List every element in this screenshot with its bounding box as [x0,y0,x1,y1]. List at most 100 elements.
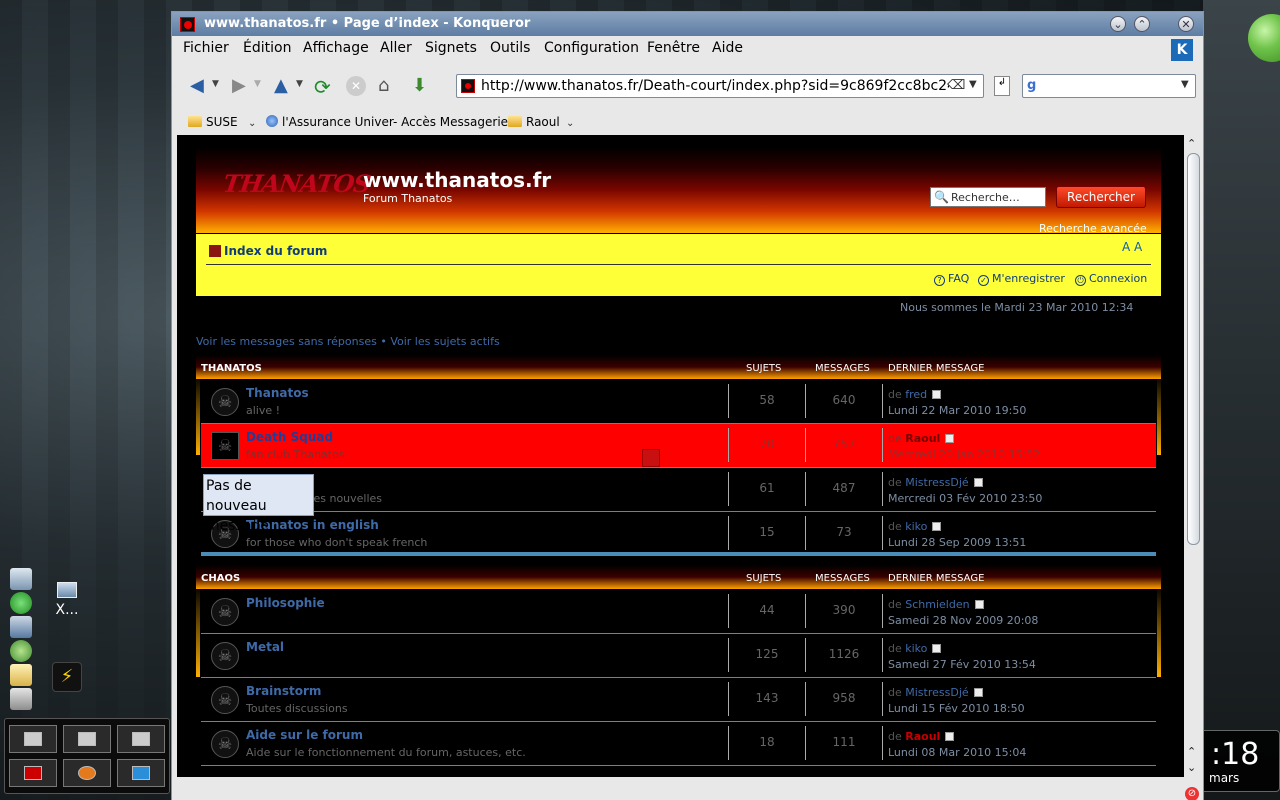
bookmark-suse-dropdown-icon[interactable]: ⌄ [248,118,256,129]
author-link[interactable]: MistressDjé [905,476,968,489]
forum-name-link[interactable]: Brainstorm [246,684,321,698]
forward-arrow-icon[interactable]: ▶ [232,75,246,97]
url-history-dropdown-icon[interactable]: ▼ [969,79,977,90]
menu-configuration[interactable]: Configuration [544,40,639,56]
url-bar[interactable]: http://www.thanatos.fr/Death-court/index… [456,74,984,98]
login-link[interactable]: ⏻ Connexion [1075,272,1147,286]
author-link[interactable]: Raoul [905,432,940,445]
post-count: 1126 [828,647,860,661]
category-title[interactable]: THANATOS [201,363,262,374]
url-text[interactable]: http://www.thanatos.fr/Death-court/index… [481,78,949,94]
menu-affichage[interactable]: Affichage [303,40,369,56]
menu-aide[interactable]: Aide [712,40,743,56]
system-tray-settings-icon[interactable] [10,616,32,638]
download-icon[interactable]: ⬇ [412,75,427,97]
system-tray-clipboard-icon[interactable] [10,664,32,686]
google-icon[interactable]: g [1027,78,1036,93]
pager-desktop-2[interactable] [63,725,111,753]
menu-signets[interactable]: Signets [425,40,477,56]
register-link[interactable]: ✓ M'enregistrer [978,272,1065,286]
forum-search-button[interactable]: Rechercher [1056,186,1146,208]
topic-count: 70 [759,437,775,451]
forum-name-link[interactable]: Death Squad [246,430,333,444]
forward-dropdown-icon[interactable]: ▼ [254,79,261,101]
menu-fichier[interactable]: Fichier [183,40,229,56]
forum-name-link[interactable]: Thanatos [246,386,309,400]
window-thumbnail-icon [78,732,96,746]
forum-name-link[interactable]: Aide sur le forum [246,728,363,742]
up-arrow-icon[interactable]: ▲ [274,75,288,97]
column-sujets: SUJETS [746,573,782,584]
desktop-computer-shortcut[interactable]: X... [52,582,82,618]
view-latest-post-icon[interactable] [932,390,942,399]
pager-desktop-4[interactable] [9,759,57,787]
close-button[interactable]: ✕ [1178,16,1194,32]
view-latest-post-icon[interactable] [932,522,942,531]
bookmark-assurance[interactable]: l'Assurance Univer- Accès Messagerie [266,115,508,129]
page-info-icon[interactable]: ↲ [994,76,1010,96]
menu-edition[interactable]: Édition [243,40,291,56]
active-topics-link[interactable]: Voir les sujets actifs [390,335,499,348]
menu-fenetre[interactable]: Fenêtre [647,40,700,56]
forum-name-link[interactable]: Philosophie [246,596,325,610]
scroll-up-lower-icon[interactable]: ⌃ [1187,745,1196,758]
stop-icon[interactable]: ✕ [346,76,366,96]
back-arrow-icon[interactable]: ◀ [190,75,204,97]
web-search-input[interactable]: g ▼ [1022,74,1196,98]
faq-link[interactable]: ? FAQ [934,272,969,286]
last-post-author: de MistressDjé [888,476,983,489]
category-title[interactable]: CHAOS [201,573,240,584]
pager-desktop-5[interactable] [63,759,111,787]
font-size-toggle-icon[interactable]: A A [1122,240,1142,254]
reload-icon[interactable]: ⟳ [314,75,331,99]
minimize-button[interactable]: ⌄ [1110,16,1126,32]
bookmark-raoul-dropdown-icon[interactable]: ⌄ [566,118,574,129]
search-engine-dropdown-icon[interactable]: ▼ [1181,79,1189,90]
home-icon[interactable]: ⌂ [378,75,389,97]
view-latest-post-icon[interactable] [932,644,942,653]
back-dropdown-icon[interactable]: ▼ [212,79,219,101]
pager-desktop-1[interactable] [9,725,57,753]
scrollbar-thumb[interactable] [1187,153,1200,545]
system-tray-volume-icon[interactable] [10,688,32,710]
forum-row: ☠ es, des nouvelles 61 487 de MistressDj… [201,468,1156,512]
author-link[interactable]: fred [905,388,927,401]
clock-widget[interactable]: :18 mars [1198,730,1280,792]
author-link[interactable]: Raoul [905,730,940,743]
unanswered-posts-link[interactable]: Voir les messages sans réponses [196,335,377,348]
view-latest-post-icon[interactable] [945,434,955,443]
view-latest-post-icon[interactable] [973,478,983,487]
scroll-down-icon[interactable]: ⌄ [1187,761,1196,774]
view-latest-post-icon[interactable] [945,732,955,741]
system-tray-green-icon[interactable] [10,640,32,662]
author-link[interactable]: MistressDjé [905,686,968,699]
cell-divider [805,594,806,628]
thanatos-logo[interactable]: THANATOS [219,169,372,217]
forum-search-input[interactable]: 🔍 Recherche… [930,187,1046,207]
system-tray-update-icon[interactable] [10,592,32,614]
author-link[interactable]: kiko [905,642,927,655]
clear-url-icon[interactable]: ⌫ [947,78,965,93]
system-tray-network-icon[interactable] [10,568,32,590]
pager-desktop-3[interactable] [117,725,165,753]
bookmark-suse[interactable]: SUSE [188,115,238,129]
up-dropdown-icon[interactable]: ▼ [296,79,303,101]
maximize-button[interactable]: ⌃ [1134,16,1150,32]
author-link[interactable]: kiko [905,520,927,533]
scroll-up-icon[interactable]: ⌃ [1187,137,1196,150]
no-new-posts-icon: ☠ [211,432,239,460]
battery-icon[interactable]: ⚡ [52,662,82,692]
popup-blocked-icon[interactable]: ⊘ [1185,787,1199,800]
window-titlebar[interactable]: www.thanatos.fr • Page d’index - Konquer… [172,12,1203,36]
app-icon[interactable] [180,17,195,32]
forum-index-link[interactable]: Index du forum [209,244,327,258]
forum-name-link[interactable]: Metal [246,640,284,654]
bookmark-raoul[interactable]: Raoul [508,115,560,129]
vertical-scrollbar[interactable]: ⌃ ⌃ ⌄ [1184,135,1203,777]
view-latest-post-icon[interactable] [973,688,983,697]
menu-aller[interactable]: Aller [380,40,412,56]
menu-outils[interactable]: Outils [490,40,530,56]
author-link[interactable]: Schmielden [905,598,969,611]
pager-desktop-6[interactable] [117,759,165,787]
view-latest-post-icon[interactable] [974,600,984,609]
